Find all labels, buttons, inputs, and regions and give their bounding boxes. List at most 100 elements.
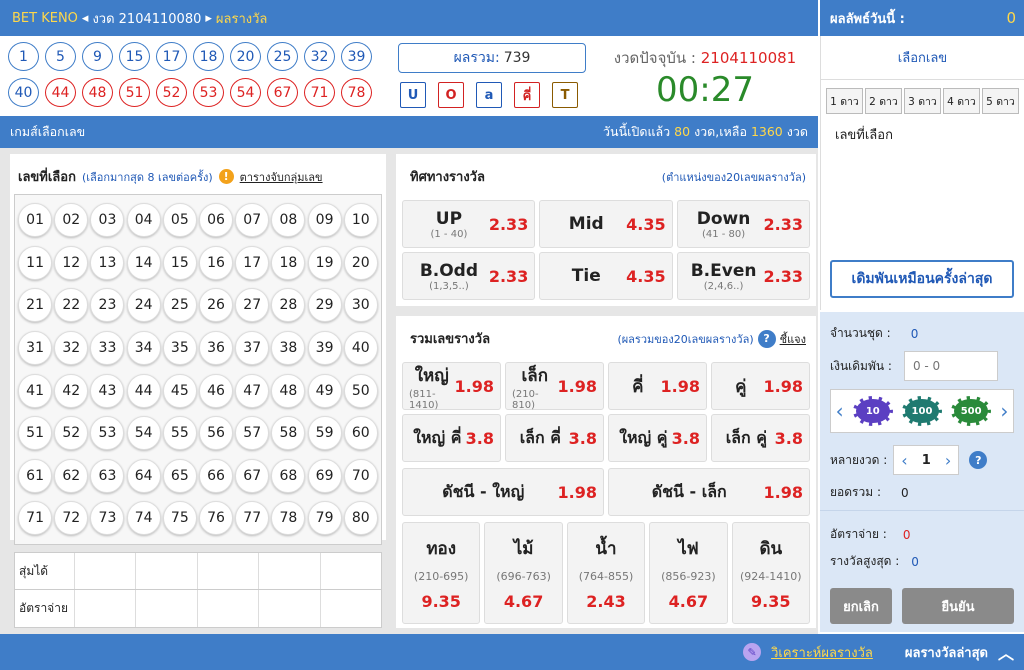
number-button[interactable]: 80 (343, 501, 378, 536)
odds-cell[interactable]: UP (1 - 40) 2.33 (402, 200, 536, 248)
number-button[interactable]: 67 (235, 458, 270, 493)
number-button[interactable]: 78 (271, 501, 306, 536)
odds-cell[interactable]: คู่ 1.98 (711, 362, 810, 410)
tab-star-4[interactable]: 4 ดาว (943, 88, 980, 114)
number-button[interactable]: 52 (54, 416, 89, 451)
number-button[interactable]: 68 (271, 458, 306, 493)
number-button[interactable]: 21 (18, 288, 53, 323)
caret-left-icon[interactable]: ◂ (82, 11, 89, 26)
repeat-bet-button[interactable]: เดิมพันเหมือนครั้งล่าสุด (830, 260, 1014, 298)
number-button[interactable]: 25 (162, 288, 197, 323)
number-button[interactable]: 07 (235, 203, 270, 238)
number-button[interactable]: 64 (126, 458, 161, 493)
multi-draw-stepper[interactable]: ‹ 1 › (893, 445, 960, 475)
tab-star-1[interactable]: 1 ดาว (826, 88, 863, 114)
number-button[interactable]: 17 (235, 245, 270, 280)
number-button[interactable]: 29 (307, 288, 342, 323)
odds-cell[interactable]: ดัชนี - ใหญ่ 1.98 (402, 468, 604, 516)
chevron-up-icon[interactable]: ︿ (998, 640, 1014, 664)
explain-link[interactable]: ชี้แจง (780, 330, 806, 348)
cancel-button[interactable]: ยกเลิก (830, 588, 892, 624)
help-icon[interactable]: ? (757, 329, 776, 348)
number-button[interactable]: 41 (18, 373, 53, 408)
odds-cell[interactable]: Down (41 - 80) 2.33 (676, 200, 810, 248)
odds-cell[interactable]: เล็ก คู่ 3.8 (711, 414, 810, 462)
number-button[interactable]: 76 (199, 501, 234, 536)
number-button[interactable]: 09 (307, 203, 342, 238)
number-button[interactable]: 12 (54, 245, 89, 280)
element-odds-cell[interactable]: ทอง (210-695) 9.35 (402, 522, 481, 624)
odds-cell[interactable]: เล็ก (210-810) 1.98 (505, 362, 604, 411)
number-button[interactable]: 19 (307, 245, 342, 280)
number-button[interactable]: 44 (126, 373, 161, 408)
number-button[interactable]: 72 (54, 501, 89, 536)
element-odds-cell[interactable]: ไม้ (696-763) 4.67 (484, 522, 563, 624)
number-button[interactable]: 36 (199, 331, 234, 366)
number-button[interactable]: 11 (18, 245, 53, 280)
number-button[interactable]: 23 (90, 288, 125, 323)
number-button[interactable]: 13 (90, 245, 125, 280)
number-button[interactable]: 63 (90, 458, 125, 493)
odds-cell[interactable]: Tie 4.35 (539, 252, 673, 300)
number-button[interactable]: 69 (307, 458, 342, 493)
number-button[interactable]: 08 (271, 203, 306, 238)
amount-input[interactable] (903, 351, 998, 381)
number-button[interactable]: 37 (235, 331, 270, 366)
odds-cell[interactable]: ใหญ่ คู่ 3.8 (608, 414, 707, 462)
number-button[interactable]: 16 (199, 245, 234, 280)
chevron-left-icon[interactable]: ‹ (901, 451, 907, 470)
results-link[interactable]: ผลรางวัล (216, 8, 267, 29)
odds-cell[interactable]: เล็ก คี่ 3.8 (505, 414, 604, 462)
number-button[interactable]: 75 (162, 501, 197, 536)
number-button[interactable]: 48 (271, 373, 306, 408)
number-button[interactable]: 26 (199, 288, 234, 323)
analysis-link[interactable]: วิเคราะห์ผลรางวัล (771, 642, 873, 663)
number-button[interactable]: 01 (18, 203, 53, 238)
number-button[interactable]: 39 (307, 331, 342, 366)
number-button[interactable]: 79 (307, 501, 342, 536)
number-button[interactable]: 10 (343, 203, 378, 238)
number-button[interactable]: 35 (162, 331, 197, 366)
number-button[interactable]: 45 (162, 373, 197, 408)
number-button[interactable]: 42 (54, 373, 89, 408)
number-button[interactable]: 51 (18, 416, 53, 451)
number-button[interactable]: 38 (271, 331, 306, 366)
number-button[interactable]: 02 (54, 203, 89, 238)
chevron-right-icon[interactable]: › (1000, 399, 1008, 423)
number-button[interactable]: 77 (235, 501, 270, 536)
tab-star-2[interactable]: 2 ดาว (865, 88, 902, 114)
number-button[interactable]: 15 (162, 245, 197, 280)
number-button[interactable]: 53 (90, 416, 125, 451)
number-button[interactable]: 55 (162, 416, 197, 451)
number-button[interactable]: 31 (18, 331, 53, 366)
odds-cell[interactable]: ใหญ่ (811-1410) 1.98 (402, 362, 501, 411)
number-button[interactable]: 28 (271, 288, 306, 323)
odds-cell[interactable]: คี่ 1.98 (608, 362, 707, 410)
number-button[interactable]: 62 (54, 458, 89, 493)
number-button[interactable]: 58 (271, 416, 306, 451)
number-button[interactable]: 73 (90, 501, 125, 536)
caret-right-icon[interactable]: ▸ (205, 11, 212, 26)
number-button[interactable]: 20 (343, 245, 378, 280)
number-button[interactable]: 18 (271, 245, 306, 280)
number-button[interactable]: 34 (126, 331, 161, 366)
tab-star-3[interactable]: 3 ดาว (904, 88, 941, 114)
number-button[interactable]: 50 (343, 373, 378, 408)
element-odds-cell[interactable]: น้ำ (764-855) 2.43 (566, 522, 646, 624)
number-button[interactable]: 43 (90, 373, 125, 408)
number-button[interactable]: 59 (307, 416, 342, 451)
number-button[interactable]: 46 (199, 373, 234, 408)
number-button[interactable]: 61 (18, 458, 53, 493)
number-button[interactable]: 05 (162, 203, 197, 238)
number-button[interactable]: 30 (343, 288, 378, 323)
number-button[interactable]: 14 (126, 245, 161, 280)
odds-cell[interactable]: ดัชนี - เล็ก 1.98 (608, 468, 810, 516)
number-button[interactable]: 71 (18, 501, 53, 536)
chip-500[interactable]: 500 (951, 396, 992, 426)
number-button[interactable]: 32 (54, 331, 89, 366)
chevron-left-icon[interactable]: ‹ (836, 399, 844, 423)
tab-star-5[interactable]: 5 ดาว (982, 88, 1019, 114)
number-button[interactable]: 04 (126, 203, 161, 238)
number-button[interactable]: 56 (199, 416, 234, 451)
number-button[interactable]: 27 (235, 288, 270, 323)
